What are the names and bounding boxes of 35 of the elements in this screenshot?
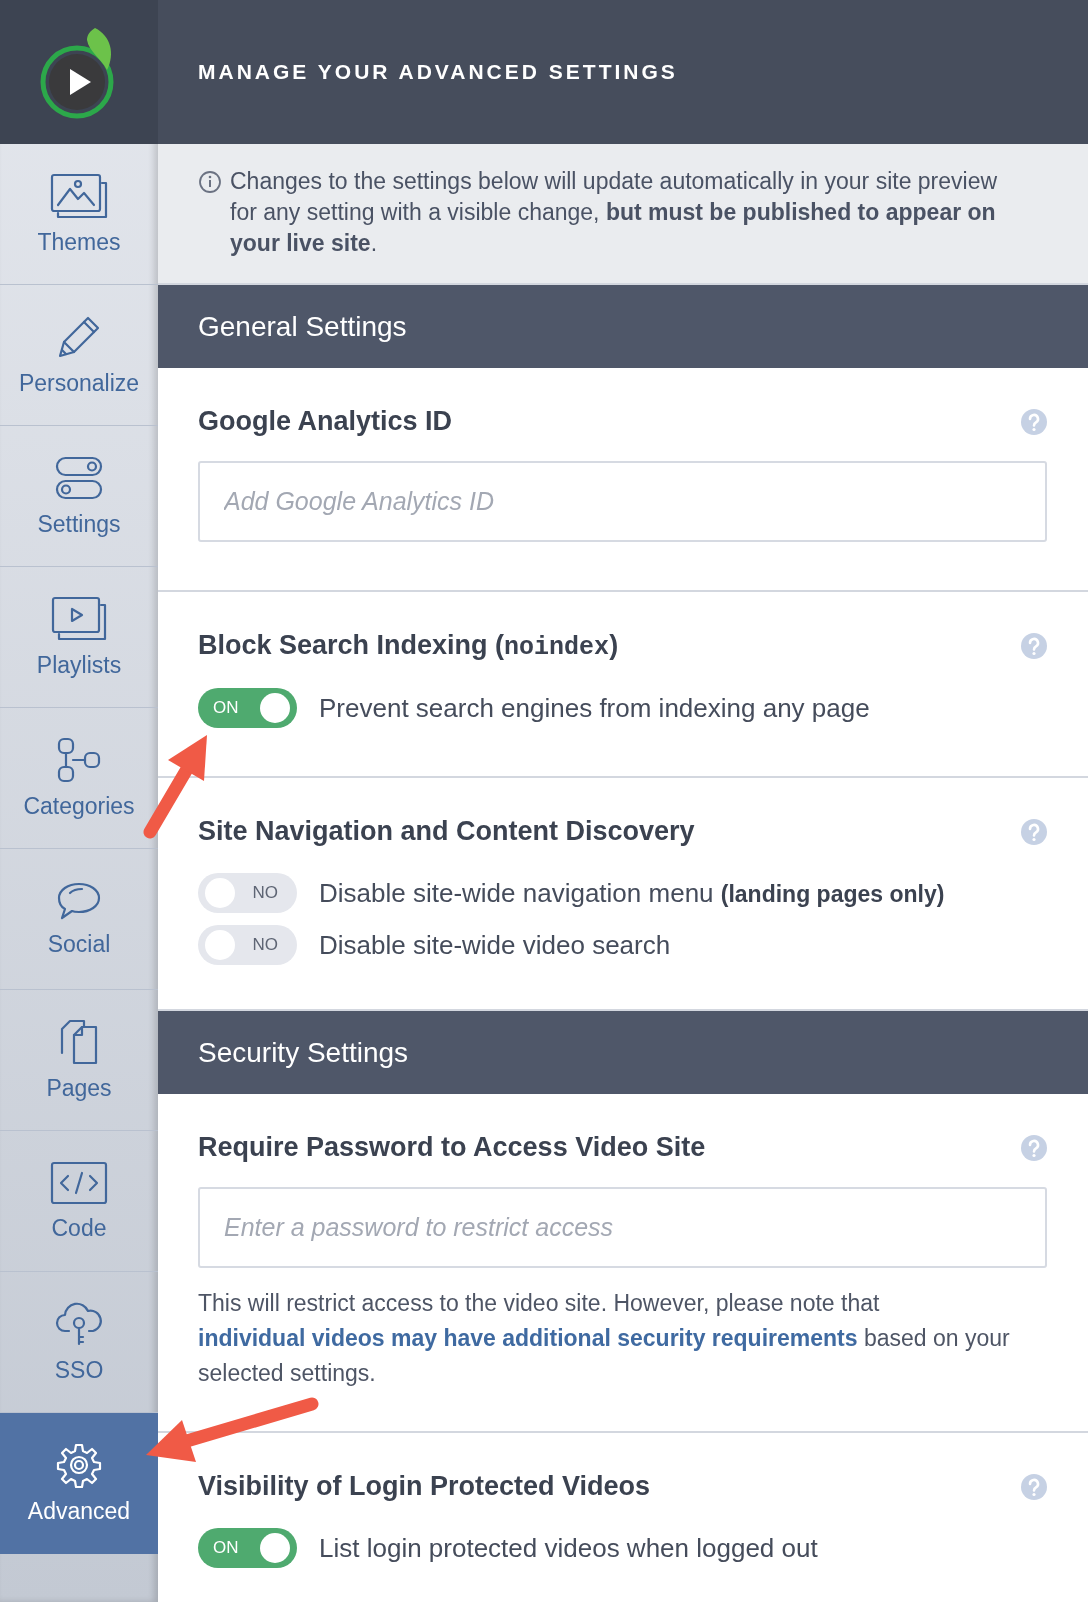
section-header: Security Settings xyxy=(158,1011,1088,1094)
images-icon xyxy=(50,172,108,219)
setting-title: Require Password to Access Video Site xyxy=(198,1132,706,1163)
text-field[interactable]: Enter a password to restrict access xyxy=(198,1187,1047,1268)
speech-bubble-icon xyxy=(56,880,102,921)
toggle-label: Disable site-wide video search xyxy=(319,929,671,961)
setting-title: Site Navigation and Content Discovery xyxy=(198,816,695,847)
setting-title: Block Search Indexing (noindex) xyxy=(198,630,619,662)
toggle-label: Disable site-wide navigation menu (landing pages only) xyxy=(319,877,945,909)
toggle-switch[interactable]: NO xyxy=(198,925,297,965)
code-icon xyxy=(50,1160,108,1205)
toggle-switch[interactable]: NO xyxy=(198,873,297,913)
info-notice: Changes to the settings below will update automatically in your site preview for any setting with a visible change, but must be published to appear on your live site. xyxy=(230,167,999,258)
help-icon[interactable] xyxy=(1021,408,1047,435)
help-icon[interactable] xyxy=(1021,1473,1047,1500)
link[interactable]: individual videos may have additional security requirements xyxy=(198,1325,858,1351)
info-icon xyxy=(198,170,222,194)
note-text: This will restrict access to the video site. However, please note that individual videos may have additional security requirements based on your selected settings. xyxy=(198,1289,1011,1388)
cloud-key-icon xyxy=(55,1300,103,1347)
toggles-icon xyxy=(54,454,104,501)
video-stack-icon xyxy=(51,595,107,642)
help-icon[interactable] xyxy=(1021,633,1047,659)
page-title: MANAGE YOUR ADVANCED SETTINGS xyxy=(198,60,678,84)
help-icon[interactable] xyxy=(1021,818,1047,845)
toggle-label: Prevent search engines from indexing any page xyxy=(319,692,870,724)
toggle-label: List login protected videos when logged out xyxy=(319,1532,818,1564)
gear-icon xyxy=(56,1441,102,1488)
help-icon[interactable] xyxy=(1021,1134,1047,1161)
toggle-switch[interactable]: ON xyxy=(198,1528,297,1568)
sidebar-item[interactable]: Advanced xyxy=(0,1413,158,1554)
toggle-switch[interactable]: ON xyxy=(198,688,297,728)
hierarchy-icon xyxy=(55,736,103,783)
setting-title: Google Analytics ID xyxy=(198,406,453,437)
section-header: General Settings xyxy=(158,285,1088,368)
setting-title: Visibility of Login Protected Videos xyxy=(198,1471,651,1502)
